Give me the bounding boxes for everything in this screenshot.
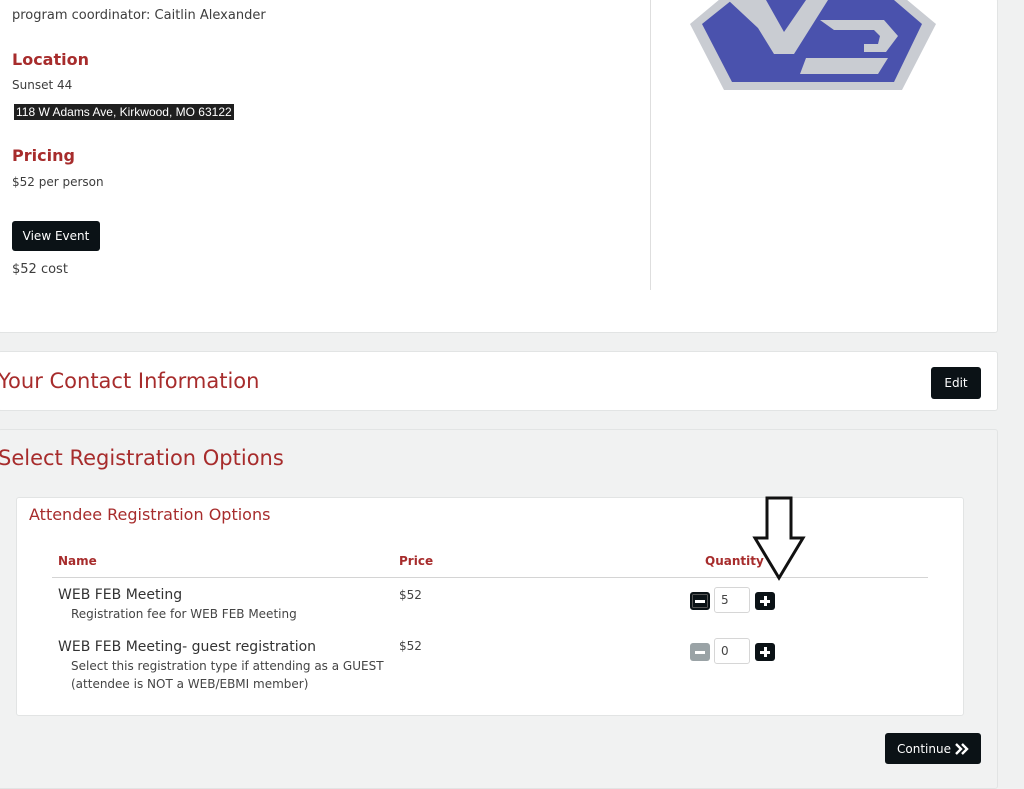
view-event-button[interactable]: View Event xyxy=(12,221,100,251)
quantity-increment-button[interactable] xyxy=(755,592,775,610)
pricing-heading: Pricing xyxy=(12,146,75,165)
column-header-name: Name xyxy=(58,554,97,568)
quantity-decrement-button[interactable] xyxy=(690,592,710,610)
edit-button[interactable]: Edit xyxy=(931,367,981,399)
web-logo xyxy=(690,0,936,90)
quantity-decrement-button[interactable] xyxy=(690,643,710,661)
option-price: $52 xyxy=(399,588,422,602)
venue-address: 118 W Adams Ave, Kirkwood, MO 63122 xyxy=(14,104,234,120)
program-coordinator: program coordinator: Caitlin Alexander xyxy=(12,8,266,23)
registration-options-title: Select Registration Options xyxy=(0,446,284,470)
option-name-guest-registration: WEB FEB Meeting- guest registration xyxy=(58,639,317,655)
continue-label: Continue xyxy=(897,741,951,756)
contact-information-title: Your Contact Information xyxy=(0,369,260,393)
down-arrow-annotation-icon xyxy=(752,496,806,581)
minus-icon xyxy=(695,650,705,654)
venue-name: Sunset 44 xyxy=(12,78,73,92)
option-description-line2: (attendee is NOT a WEB/EBMI member) xyxy=(71,677,309,691)
double-chevron-right-icon xyxy=(955,742,969,755)
plus-icon xyxy=(760,647,770,657)
location-heading: Location xyxy=(12,50,89,69)
event-cost: $52 cost xyxy=(12,262,68,277)
quantity-input[interactable] xyxy=(714,638,750,664)
continue-button[interactable]: Continue xyxy=(885,733,981,764)
column-divider xyxy=(650,0,651,290)
attendee-options-title: Attendee Registration Options xyxy=(29,505,271,524)
plus-icon xyxy=(760,596,770,606)
price-per-person: $52 per person xyxy=(12,175,104,189)
minus-icon xyxy=(695,599,705,603)
column-header-price: Price xyxy=(399,554,434,568)
option-description: Registration fee for WEB FEB Meeting xyxy=(71,607,297,621)
option-description-line1: Select this registration type if attendi… xyxy=(71,659,384,673)
option-name-web-feb-meeting: WEB FEB Meeting xyxy=(58,587,183,603)
quantity-increment-button[interactable] xyxy=(755,643,775,661)
quantity-input[interactable] xyxy=(714,587,750,613)
option-price: $52 xyxy=(399,639,422,653)
